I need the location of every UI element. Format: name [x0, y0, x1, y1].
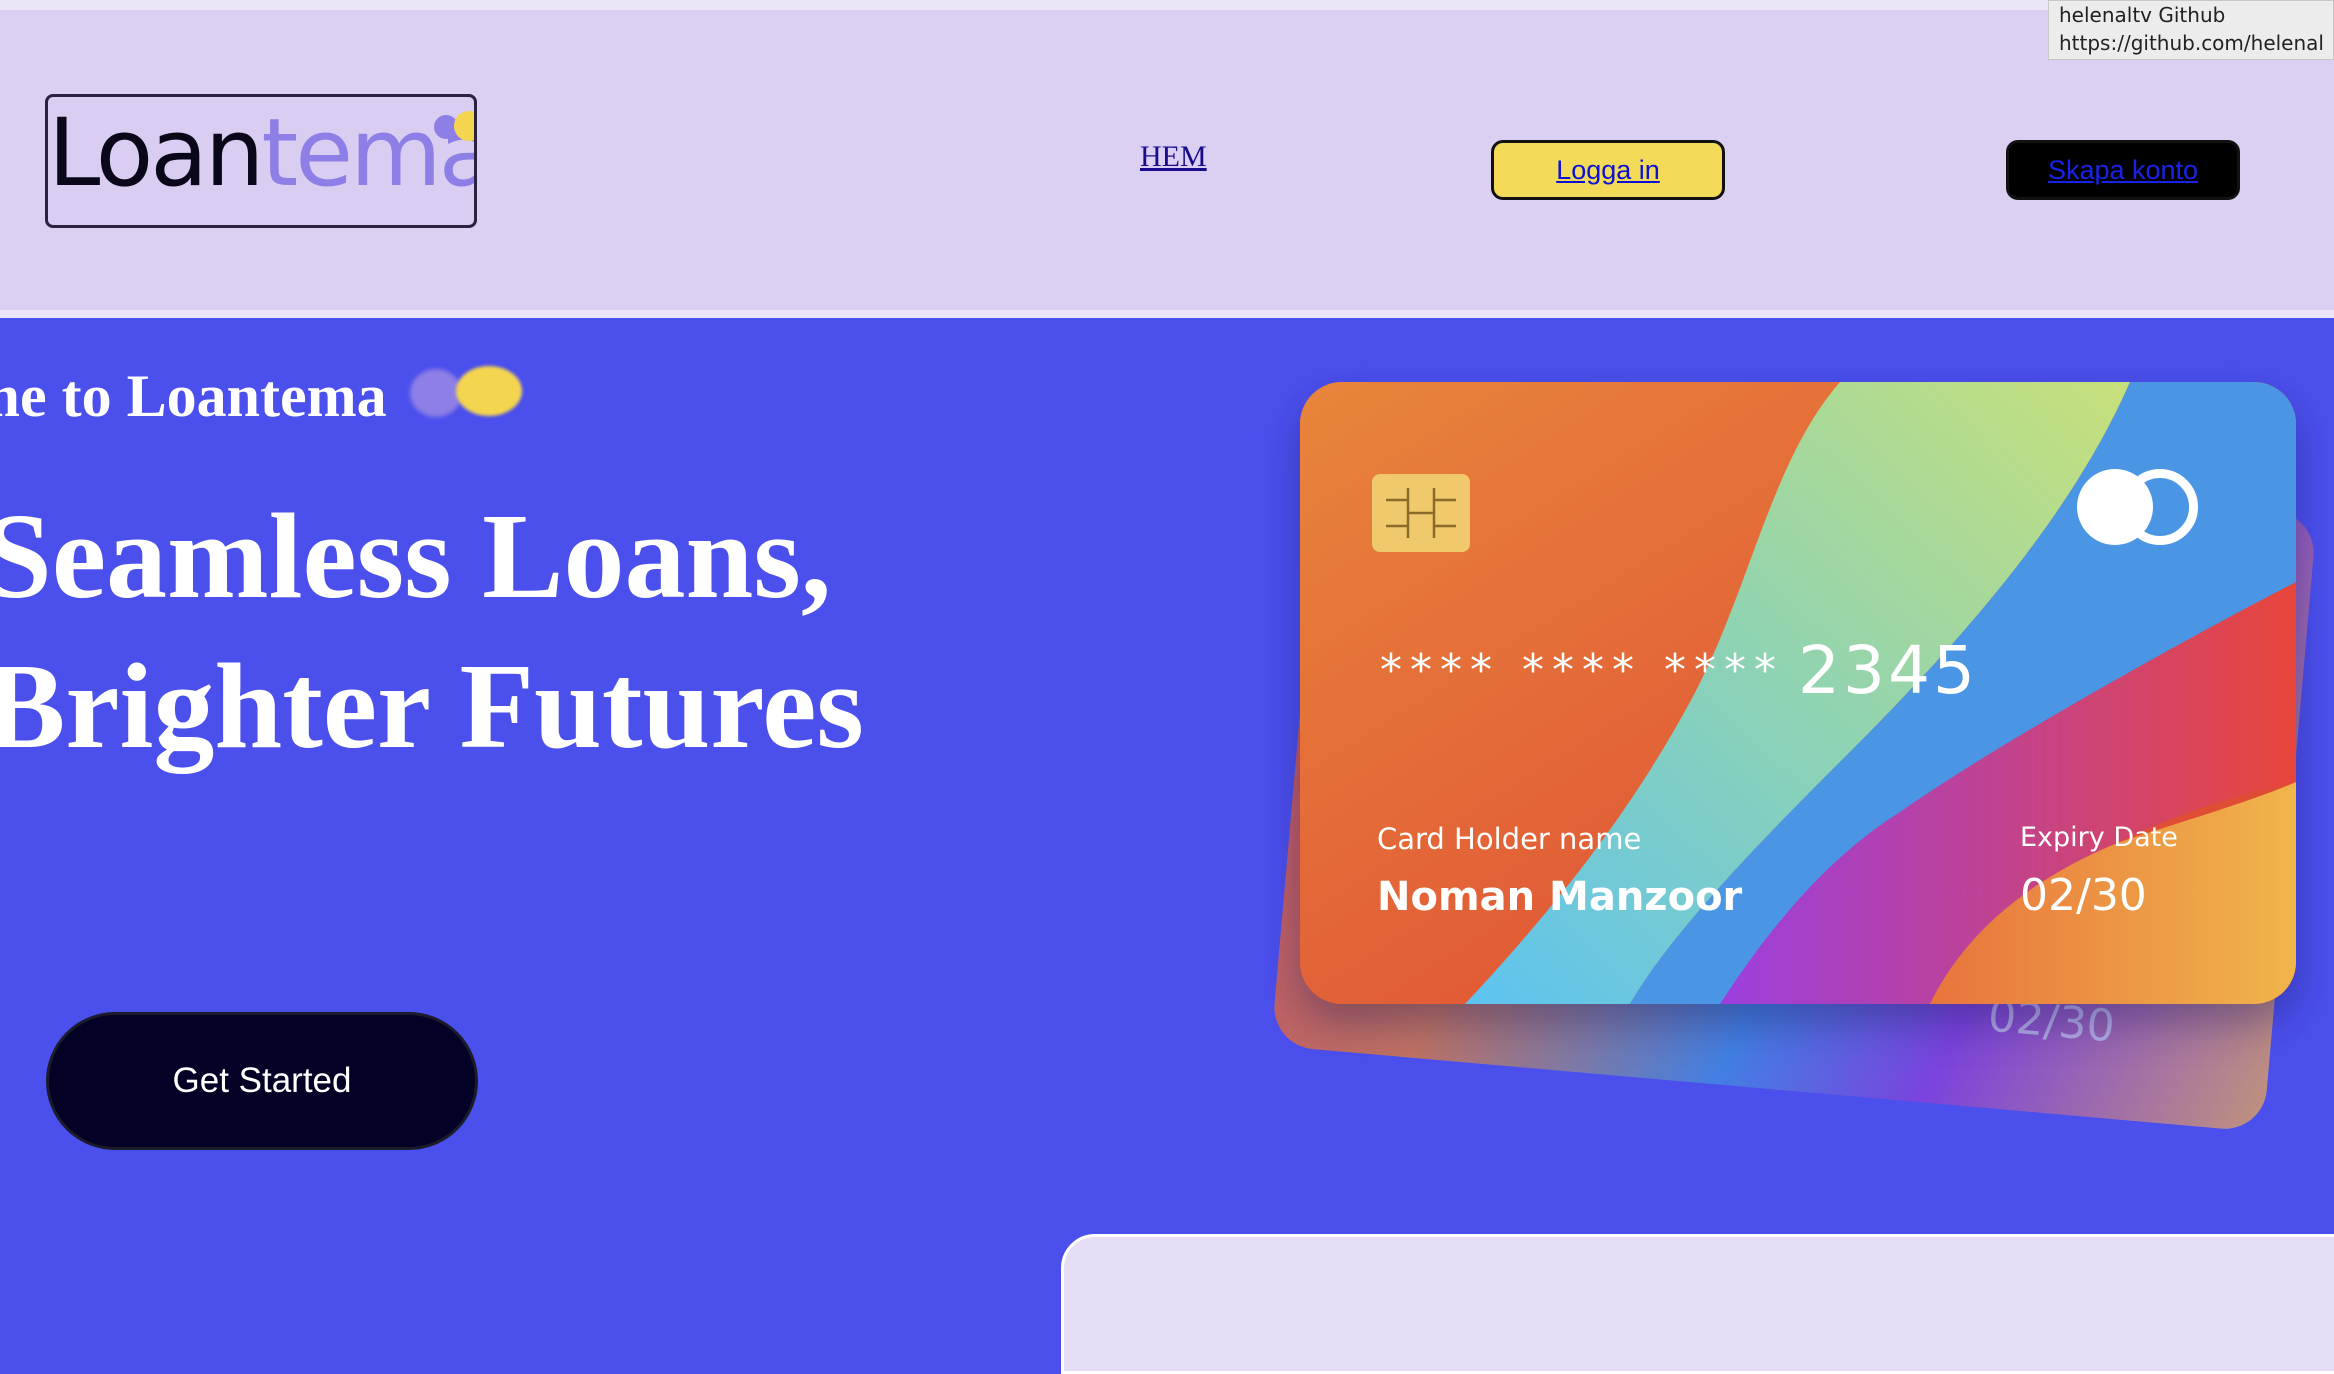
logo[interactable]: Loantema: [45, 94, 477, 228]
card-holder-label: Card Holder name: [1377, 822, 1642, 856]
tooltip-url: https://github.com/helenal: [2059, 31, 2324, 55]
login-button[interactable]: Logga in: [1491, 140, 1725, 200]
credit-card: **** **** **** 2345 Card Holder name Noma…: [1300, 382, 2296, 1004]
card-number-last4: 2345: [1797, 632, 1978, 709]
tooltip-title: helenaltv Github: [2059, 3, 2226, 27]
logo-dot-yellow: [454, 111, 474, 141]
card-chip-icon: [1372, 474, 1470, 552]
hero-headline: Seamless Loans, Brighter Futures: [0, 482, 864, 782]
card-number-masked: **** **** ****: [1380, 645, 1784, 696]
card-expiry-label: Expiry Date: [2020, 822, 2178, 853]
card-number: **** **** **** 2345: [1380, 632, 1978, 709]
card-holder-name: Noman Manzoor: [1377, 874, 1743, 920]
logo-text-loan: Loan: [48, 99, 264, 208]
nav-link-home[interactable]: HEM: [1140, 140, 1207, 174]
signup-button[interactable]: Skapa konto: [2006, 140, 2240, 200]
welcome-dot-yellow: [456, 366, 522, 416]
headline-line-1: Seamless Loans,: [0, 489, 832, 624]
welcome-dot-purple: [410, 369, 462, 417]
header-separator: [0, 310, 2334, 318]
card-network-ring-icon: [2122, 469, 2198, 545]
card-expiry-value: 02/30: [2020, 870, 2147, 921]
logo-wordmark: Loantema: [48, 107, 474, 201]
link-tooltip: helenaltv Github https://github.com/hele…: [2048, 0, 2334, 60]
site-header: Loantema HEM Logga in Skapa konto: [0, 10, 2334, 310]
welcome-text: me to Loantema: [0, 363, 387, 429]
bottom-panel: [1061, 1234, 2334, 1374]
headline-line-2: Brighter Futures: [0, 639, 864, 774]
top-strip: [0, 0, 2334, 10]
get-started-button[interactable]: Get Started: [46, 1012, 478, 1150]
